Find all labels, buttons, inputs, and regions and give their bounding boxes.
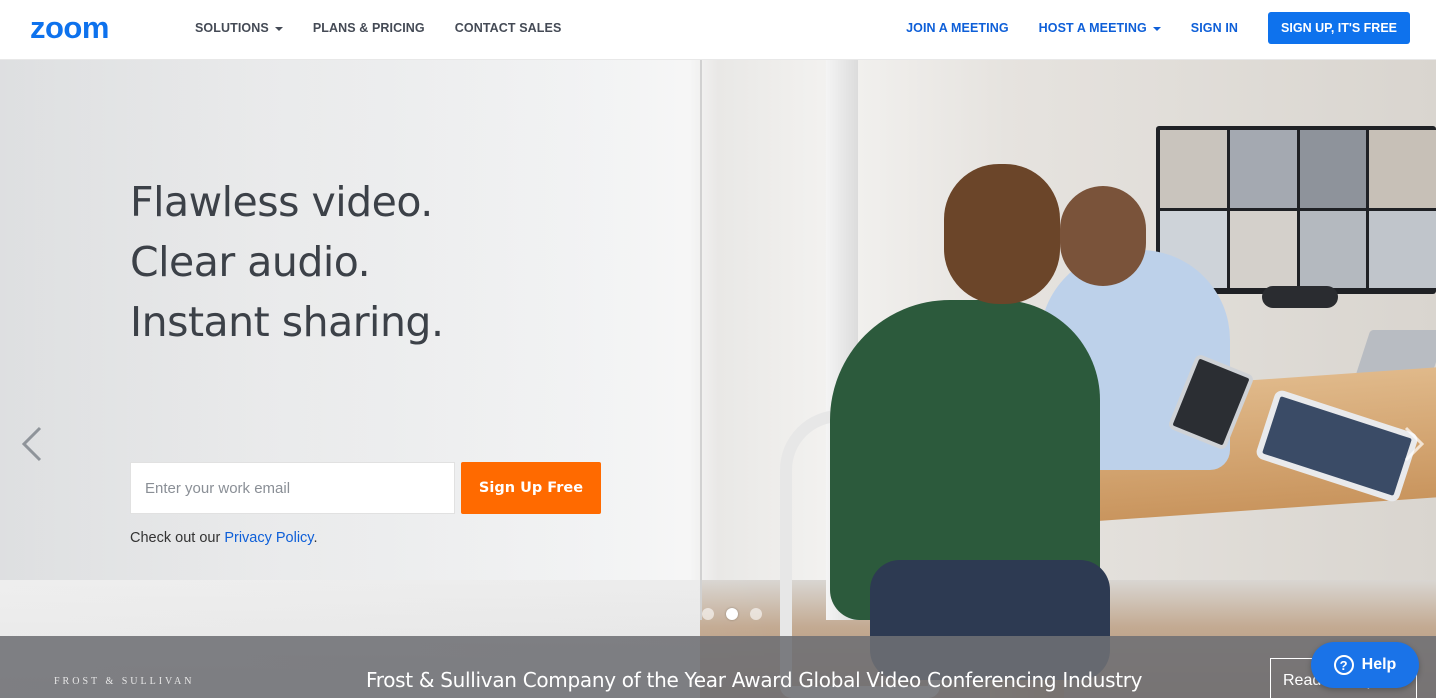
chevron-right-icon[interactable] bbox=[1398, 424, 1428, 464]
work-email-input[interactable] bbox=[130, 462, 455, 514]
hero-overlay bbox=[0, 60, 780, 698]
privacy-suffix: . bbox=[313, 530, 318, 546]
carousel-dot-active[interactable] bbox=[726, 608, 738, 620]
primary-nav: SOLUTIONS PLANS & PRICING CONTACT SALES bbox=[195, 0, 561, 56]
award-text: Frost & Sullivan Company of the Year Awa… bbox=[366, 668, 1143, 692]
nav-solutions[interactable]: SOLUTIONS bbox=[195, 21, 283, 35]
nav-host-meeting[interactable]: HOST A MEETING bbox=[1039, 21, 1161, 35]
headline-line: Flawless video. bbox=[130, 178, 433, 226]
headline-line: Clear audio. bbox=[130, 238, 371, 286]
help-button[interactable]: ? Help bbox=[1311, 642, 1419, 688]
video-tile bbox=[1369, 210, 1436, 288]
video-tile bbox=[1369, 130, 1436, 208]
nav-host-meeting-label: HOST A MEETING bbox=[1038, 21, 1147, 35]
caret-down-icon bbox=[1152, 26, 1161, 31]
video-tile bbox=[1229, 130, 1297, 208]
headline-line: Instant sharing. bbox=[130, 298, 444, 346]
nav-join-meeting[interactable]: JOIN A MEETING bbox=[906, 21, 1009, 35]
frost-sullivan-logo: FROST & SULLIVAN bbox=[54, 676, 195, 687]
hero-photo-video-grid bbox=[1160, 130, 1436, 288]
video-tile bbox=[1229, 210, 1297, 288]
help-label: Help bbox=[1361, 656, 1397, 673]
nav-join-meeting-label: JOIN A MEETING bbox=[906, 21, 1009, 35]
sign-up-free-button[interactable]: Sign Up Free bbox=[461, 462, 601, 514]
signup-free-header-button[interactable]: SIGN UP, IT'S FREE bbox=[1268, 12, 1410, 44]
nav-sign-in-label: SIGN IN bbox=[1190, 21, 1239, 35]
nav-sign-in[interactable]: SIGN IN bbox=[1191, 21, 1238, 35]
award-banner: FROST & SULLIVAN Frost & Sullivan Compan… bbox=[0, 636, 1436, 698]
question-circle-icon: ? bbox=[1333, 655, 1354, 675]
carousel-dot[interactable] bbox=[750, 608, 762, 620]
carousel-dot[interactable] bbox=[702, 608, 714, 620]
nav-contact-sales-label: CONTACT SALES bbox=[454, 21, 562, 35]
account-nav: JOIN A MEETING HOST A MEETING SIGN IN SI… bbox=[906, 0, 1410, 56]
svg-text:zoom: zoom bbox=[30, 12, 109, 44]
site-header: zoom SOLUTIONS PLANS & PRICING CONTACT S… bbox=[0, 0, 1436, 60]
video-tile bbox=[1160, 130, 1227, 208]
hero-headline: Flawless video. Clear audio. Instant sha… bbox=[130, 172, 444, 352]
nav-plans-pricing-label: PLANS & PRICING bbox=[312, 21, 425, 35]
hero-photo-head-back bbox=[1060, 186, 1146, 286]
hero-photo-head-front bbox=[944, 164, 1060, 304]
carousel-dots bbox=[702, 608, 762, 620]
privacy-prefix: Check out our bbox=[130, 530, 225, 546]
hero-photo-camera bbox=[1262, 286, 1338, 308]
nav-solutions-label: SOLUTIONS bbox=[195, 21, 269, 35]
nav-plans-pricing[interactable]: PLANS & PRICING bbox=[313, 21, 425, 35]
caret-down-icon bbox=[274, 26, 283, 31]
chevron-left-icon[interactable] bbox=[18, 424, 48, 464]
zoom-logo[interactable]: zoom bbox=[30, 12, 142, 44]
hero-carousel: Flawless video. Clear audio. Instant sha… bbox=[0, 60, 1436, 698]
nav-contact-sales[interactable]: CONTACT SALES bbox=[455, 21, 562, 35]
video-tile bbox=[1299, 210, 1367, 288]
privacy-policy-link[interactable]: Privacy Policy bbox=[224, 530, 313, 546]
privacy-note: Check out our Privacy Policy. bbox=[130, 530, 318, 546]
video-tile bbox=[1299, 130, 1367, 208]
